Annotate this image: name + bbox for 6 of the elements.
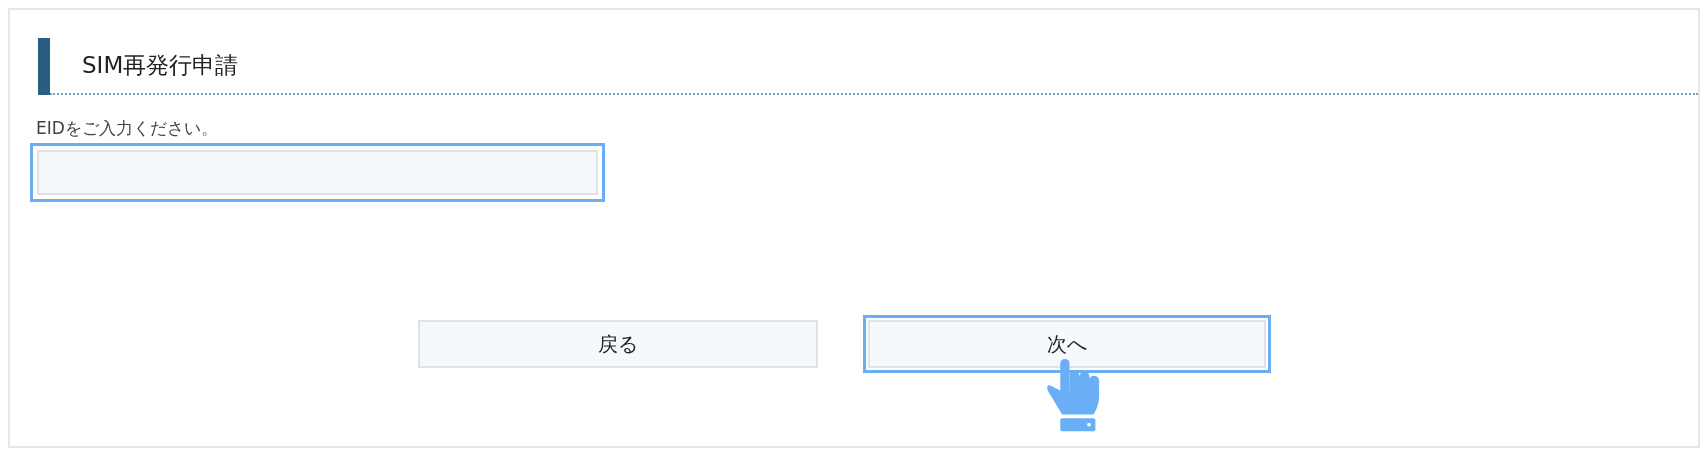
field-label: EIDをご入力ください。 [36,117,219,140]
heading-accent-bar [38,38,50,95]
eid-input-field[interactable] [30,143,605,202]
page-heading: SIM再発行申請 [50,38,1698,95]
back-button[interactable]: 戻る [418,320,818,368]
next-button[interactable]: 次へ [868,320,1266,368]
